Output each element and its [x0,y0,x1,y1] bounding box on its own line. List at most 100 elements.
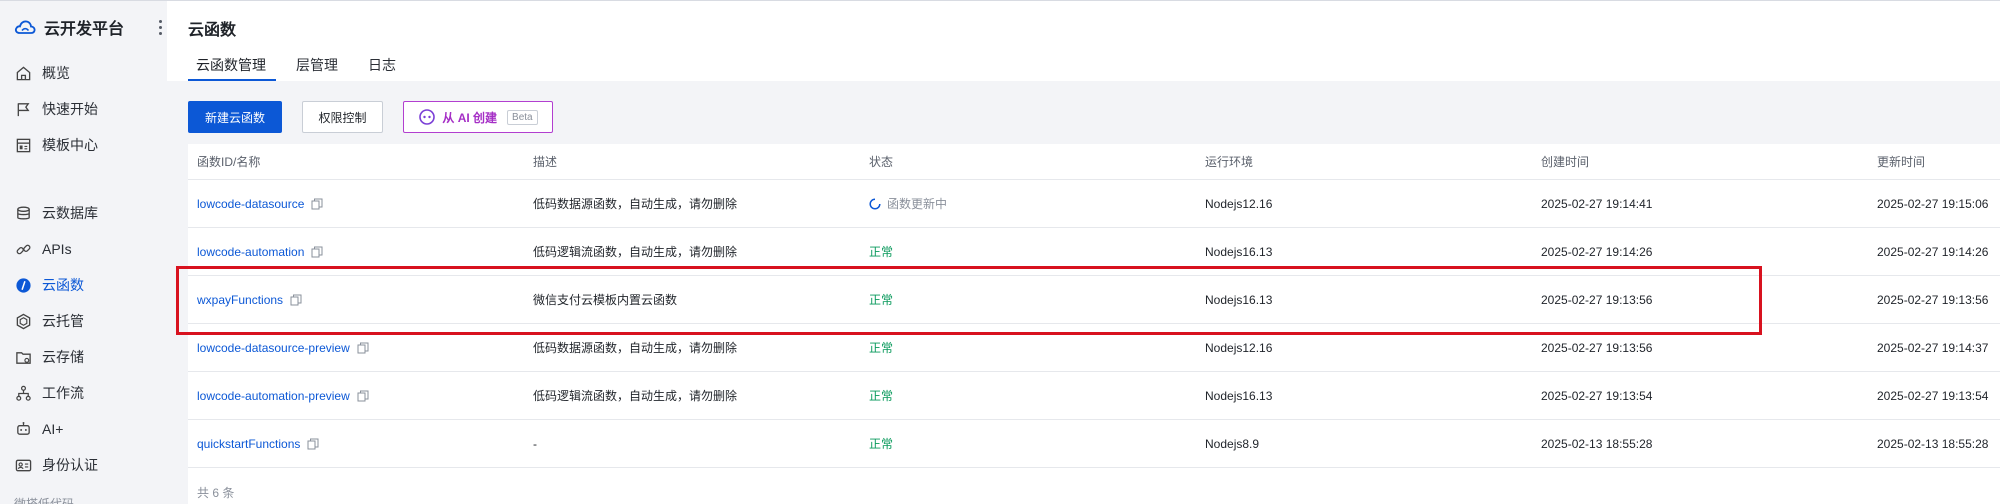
column-header: 更新时间 [1877,155,1926,169]
status-badge: 正常 [869,341,894,355]
beta-badge: Beta [507,109,538,125]
table-row: lowcode-automation-preview 低码逻辑流函数，自动生成，… [188,372,2000,420]
created-time: 2025-02-27 19:14:26 [1541,244,1653,259]
sidebar-item-label: 模板中心 [42,137,98,153]
sidebar-item-templates[interactable]: 模板中心 [0,128,167,162]
function-name-link[interactable]: lowcode-automation-preview [197,389,350,403]
function-description: 低码数据源函数，自动生成，请勿删除 [533,197,738,211]
sidebar-item-database[interactable]: 云数据库 [0,196,167,230]
sidebar-item-quickstart[interactable]: 快速开始 [0,92,167,126]
sidebar-item-label: 云托管 [42,313,84,329]
page-title: 云函数 [188,22,237,39]
sidebar-item-storage[interactable]: 云存储 [0,340,167,374]
sidebar-item-auth[interactable]: 身份认证 [0,448,167,482]
home-icon [14,64,32,82]
column-header: 创建时间 [1541,155,1590,169]
sidebar-item-label: APIs [42,241,72,257]
sidebar: 云开发平台 概览 快速开始 模板中心 云数据库 APIs 云函数 云托管 云存储… [0,1,167,504]
sidebar-item-hosting[interactable]: 云托管 [0,304,167,338]
sidebar-item-apis[interactable]: APIs [0,232,167,266]
status-badge: 正常 [869,389,894,403]
sidebar-item-label: AI+ [42,421,64,437]
table-total-count: 共 6 条 [197,485,235,500]
main-content: 云函数 云函数管理 层管理 日志 新建云函数 权限控制 从 AI 创建 Beta… [167,1,2000,504]
created-time: 2025-02-27 19:13:56 [1541,292,1653,307]
app-title: 云开发平台 [44,21,125,38]
updated-time: 2025-02-27 19:13:54 [1877,388,1989,403]
status-badge: 正常 [869,245,894,259]
copy-icon[interactable] [357,342,369,354]
function-icon [14,276,32,294]
created-time: 2025-02-27 19:13:54 [1541,388,1653,403]
table-row: quickstartFunctions - 正常 Nodejs8.9 2025-… [188,420,2000,468]
copy-icon[interactable] [357,390,369,402]
copy-icon[interactable] [311,198,323,210]
sidebar-item-label: 云存储 [42,349,84,365]
status-badge: 正常 [869,437,894,451]
status-text: 函数更新中 [887,197,948,211]
column-header: 描述 [533,155,558,169]
function-name-link[interactable]: wxpayFunctions [197,293,283,307]
robot-icon [14,420,32,438]
create-from-ai-label: 从 AI 创建 [442,110,498,125]
runtime: Nodejs16.13 [1205,244,1273,259]
updated-time: 2025-02-27 19:15:06 [1877,196,1989,211]
sidebar-item-overview[interactable]: 概览 [0,56,167,90]
sidebar-item-label: 工作流 [42,385,84,401]
copy-icon[interactable] [290,294,302,306]
column-header: 状态 [869,155,894,169]
table-header: 函数ID/名称 描述 状态 运行环境 创建时间 更新时间 [188,144,2000,180]
tab-function-management[interactable]: 云函数管理 [188,57,276,81]
updated-time: 2025-02-27 19:13:56 [1877,292,1989,307]
sidebar-group-label: 微搭低代码 [14,497,75,504]
workflow-icon [14,384,32,402]
sidebar-item-label: 身份认证 [42,457,98,473]
table-row: wxpayFunctions 微信支付云模板内置云函数 正常 Nodejs16.… [188,276,2000,324]
function-description: 低码数据源函数，自动生成，请勿删除 [533,341,738,355]
column-header: 函数ID/名称 [197,155,261,169]
template-icon [14,136,32,154]
sidebar-item-ai[interactable]: AI+ [0,412,167,446]
sidebar-item-label: 云函数 [42,277,84,293]
function-name-link[interactable]: lowcode-datasource [197,197,304,211]
status-badge: 正常 [869,293,894,307]
brand: 云开发平台 [14,15,164,39]
copy-icon[interactable] [307,438,319,450]
sidebar-item-workflow[interactable]: 工作流 [0,376,167,410]
created-time: 2025-02-13 18:55:28 [1541,436,1653,451]
created-time: 2025-02-27 19:13:56 [1541,340,1653,355]
runtime: Nodejs12.16 [1205,196,1273,211]
updated-time: 2025-02-13 18:55:28 [1877,436,1989,451]
sidebar-item-label: 云数据库 [42,205,98,221]
sidebar-item-label: 概览 [42,65,70,81]
runtime: Nodejs16.13 [1205,388,1273,403]
copy-icon[interactable] [311,246,323,258]
cloud-logo-icon [14,19,36,35]
function-name-link[interactable]: lowcode-datasource-preview [197,341,350,355]
table-row: lowcode-datasource-preview 低码数据源函数，自动生成，… [188,324,2000,372]
column-header: 运行环境 [1205,155,1254,169]
create-from-ai-button[interactable]: 从 AI 创建 Beta [403,101,553,133]
table-row: lowcode-automation 低码逻辑流函数，自动生成，请勿删除 正常 … [188,228,2000,276]
hexagon-icon [14,312,32,330]
tab-bar: 云函数管理 层管理 日志 [188,57,416,81]
function-description: 低码逻辑流函数，自动生成，请勿删除 [533,389,738,403]
new-function-button[interactable]: 新建云函数 [188,101,282,133]
function-name-link[interactable]: quickstartFunctions [197,437,300,451]
status-badge: 函数更新中 [869,195,947,212]
updated-time: 2025-02-27 19:14:26 [1877,244,1989,259]
api-link-icon [14,240,32,258]
toolbar: 新建云函数 权限控制 从 AI 创建 Beta [188,101,553,133]
tab-logs[interactable]: 日志 [358,57,406,81]
more-vertical-icon[interactable] [154,17,166,37]
runtime: Nodejs8.9 [1205,436,1260,451]
created-time: 2025-02-27 19:14:41 [1541,196,1653,211]
function-name-link[interactable]: lowcode-automation [197,245,304,259]
updated-time: 2025-02-27 19:14:37 [1877,340,1989,355]
permission-control-button[interactable]: 权限控制 [302,101,383,133]
function-description: 低码逻辑流函数，自动生成，请勿删除 [533,245,738,259]
tab-layer-management[interactable]: 层管理 [286,57,348,81]
folder-icon [14,348,32,366]
function-description: 微信支付云模板内置云函数 [533,293,678,307]
sidebar-item-functions[interactable]: 云函数 [0,268,167,302]
